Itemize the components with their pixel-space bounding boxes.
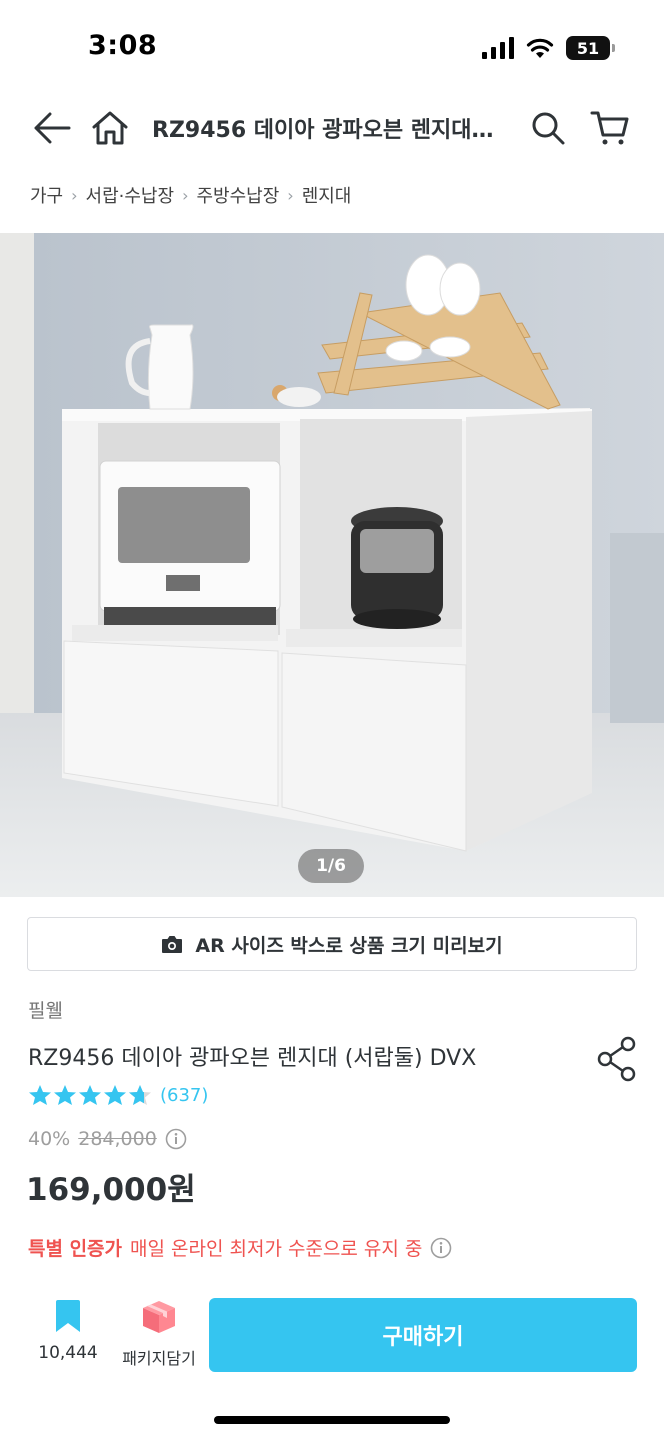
signal-icon (482, 37, 514, 59)
discount-rate: 40% (28, 1128, 71, 1150)
special-price-row: 특별 인증가 매일 온라인 최저가 수준으로 유지 중 (28, 1234, 452, 1261)
status-bar: 3:08 51 (0, 0, 664, 96)
star-icon (104, 1085, 126, 1105)
image-counter: 1/6 (298, 849, 364, 883)
breadcrumb-item[interactable]: 서랍·수납장 (86, 182, 175, 208)
bookmark-icon (56, 1300, 80, 1332)
bookmark-button[interactable]: 10,444 (32, 1299, 104, 1373)
breadcrumb-item[interactable]: 주방수납장 (196, 182, 279, 208)
rating-stars (28, 1084, 152, 1106)
special-price-text: 매일 온라인 최저가 수준으로 유지 중 (130, 1238, 423, 1260)
breadcrumb-item[interactable]: 렌지대 (302, 182, 352, 208)
ar-preview-label: AR 사이즈 박스로 상품 크기 미리보기 (195, 934, 503, 957)
status-time: 3:08 (88, 30, 158, 61)
discount-row: 40% 284,000 (28, 1128, 187, 1150)
star-icon (29, 1085, 51, 1105)
cart-icon (590, 111, 629, 145)
add-package-button[interactable]: 패키지담기 (112, 1299, 206, 1373)
breadcrumb-separator-icon: › (287, 185, 294, 205)
home-indicator (214, 1416, 450, 1424)
review-count[interactable]: (637) (160, 1085, 208, 1106)
buy-button[interactable]: 구매하기 (209, 1298, 637, 1372)
share-button[interactable] (596, 1036, 638, 1082)
breadcrumb-separator-icon: › (182, 185, 189, 205)
breadcrumb-separator-icon: › (71, 185, 78, 205)
search-icon (532, 112, 565, 145)
share-icon (597, 1036, 636, 1082)
original-price: 284,000 (78, 1128, 157, 1150)
product-image-carousel[interactable] (0, 233, 664, 897)
package-box-icon (143, 1301, 175, 1333)
battery-icon: 51 (566, 36, 615, 60)
top-nav-bar: RZ9456 데이아 광파오븐 렌지대 (서랍둘) DVX (0, 96, 664, 162)
ar-preview-button[interactable]: AR 사이즈 박스로 상품 크기 미리보기 (27, 917, 637, 971)
bookmark-count: 10,444 (38, 1343, 98, 1363)
product-image (0, 233, 664, 897)
sale-price: 169,000원 (26, 1172, 196, 1208)
status-icons: 51 (482, 36, 615, 60)
search-button[interactable] (524, 104, 572, 152)
info-icon[interactable] (430, 1237, 452, 1259)
back-button[interactable] (28, 104, 76, 152)
breadcrumb: 가구 › 서랍·수납장 › 주방수납장 › 렌지대 (30, 182, 351, 208)
camera-icon (162, 935, 183, 953)
special-price-badge: 특별 인증가 (28, 1238, 123, 1260)
star-icon (54, 1085, 76, 1105)
wifi-icon (526, 38, 554, 58)
page-title: RZ9456 데이아 광파오븐 렌지대 (서랍둘) DVX (152, 118, 497, 143)
home-icon (92, 111, 128, 145)
home-button[interactable] (86, 104, 134, 152)
star-half-icon (129, 1085, 151, 1105)
package-label: 패키지담기 (122, 1349, 196, 1368)
breadcrumb-item[interactable]: 가구 (30, 182, 63, 208)
info-icon[interactable] (165, 1128, 187, 1150)
bottom-action-bar: 10,444 패키지담기 구매하기 (0, 1285, 664, 1385)
star-icon (79, 1085, 101, 1105)
cart-button[interactable] (586, 104, 634, 152)
brand-name[interactable]: 필웰 (28, 996, 63, 1023)
product-name: RZ9456 데이아 광파오븐 렌지대 (서랍둘) DVX (28, 1046, 477, 1071)
back-arrow-icon (34, 112, 71, 144)
battery-level: 51 (576, 38, 600, 58)
rating-row[interactable]: (637) (28, 1084, 208, 1106)
